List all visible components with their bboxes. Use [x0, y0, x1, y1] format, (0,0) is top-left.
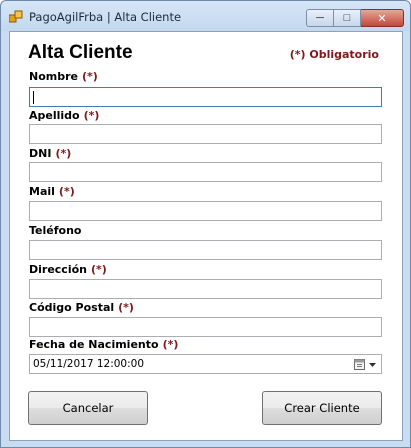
telefono-label-text: Teléfono: [29, 224, 82, 237]
mail-label-text: Mail: [29, 185, 55, 198]
page-title: Alta Cliente: [28, 42, 133, 63]
dni-label: DNI (*): [29, 147, 71, 160]
required-marker: (*): [83, 109, 100, 122]
fecha-nacimiento-picker[interactable]: 05/11/2017 12:00:00: [29, 354, 382, 374]
mail-label: Mail (*): [29, 185, 75, 198]
codigo-postal-label-text: Código Postal: [29, 301, 115, 314]
window-title: PagoAgilFrba | Alta Cliente: [29, 10, 182, 24]
minimize-icon: ─: [316, 12, 324, 24]
cancel-button-label: Cancelar: [62, 401, 114, 415]
required-marker: (*): [162, 338, 179, 351]
close-button[interactable]: ✕: [361, 9, 404, 27]
title-bar[interactable]: PagoAgilFrba | Alta Cliente ─ □ ✕: [1, 1, 410, 31]
close-icon: ✕: [377, 12, 387, 25]
minimize-button[interactable]: ─: [306, 9, 334, 27]
dni-input[interactable]: [29, 162, 382, 182]
create-client-button-label: Crear Cliente: [284, 401, 360, 415]
cancel-button[interactable]: Cancelar: [28, 391, 148, 425]
codigo-postal-input[interactable]: [29, 317, 382, 337]
form-panel: Alta Cliente (*) Obligatorio Nombre (*) A…: [9, 31, 403, 441]
maximize-button[interactable]: □: [334, 9, 361, 27]
required-marker: (*): [58, 185, 75, 198]
text-caret: [33, 91, 34, 104]
chevron-down-icon[interactable]: [369, 363, 376, 367]
direccion-input[interactable]: [29, 279, 382, 299]
apellido-label: Apellido (*): [29, 109, 99, 122]
direccion-label-text: Dirección: [29, 263, 87, 276]
mail-input[interactable]: [29, 201, 382, 221]
required-marker: (*): [81, 70, 98, 83]
telefono-label: Teléfono: [29, 224, 81, 237]
fecha-nacimiento-value: 05/11/2017 12:00:00: [33, 358, 145, 370]
fecha-nacimiento-label: Fecha de Nacimiento (*): [29, 338, 178, 351]
direccion-label: Dirección (*): [29, 263, 107, 276]
codigo-postal-label: Código Postal (*): [29, 301, 134, 314]
required-marker: (*): [91, 263, 107, 276]
apellido-label-text: Apellido: [29, 109, 80, 122]
window: PagoAgilFrba | Alta Cliente ─ □ ✕ Alta C…: [0, 0, 411, 448]
nombre-input[interactable]: [29, 87, 382, 107]
required-marker: (*): [118, 301, 134, 314]
maximize-icon: □: [343, 12, 351, 24]
dni-label-text: DNI: [29, 147, 52, 160]
nombre-label: Nombre (*): [29, 70, 98, 83]
create-client-button[interactable]: Crear Cliente: [262, 391, 382, 425]
fecha-nacimiento-label-text: Fecha de Nacimiento: [29, 338, 159, 351]
app-icon: [9, 10, 23, 23]
nombre-label-text: Nombre: [29, 70, 78, 83]
calendar-icon[interactable]: [354, 358, 365, 370]
telefono-input[interactable]: [29, 240, 382, 260]
apellido-input[interactable]: [29, 124, 382, 144]
required-note: (*) Obligatorio: [289, 48, 379, 61]
required-marker: (*): [55, 147, 72, 160]
